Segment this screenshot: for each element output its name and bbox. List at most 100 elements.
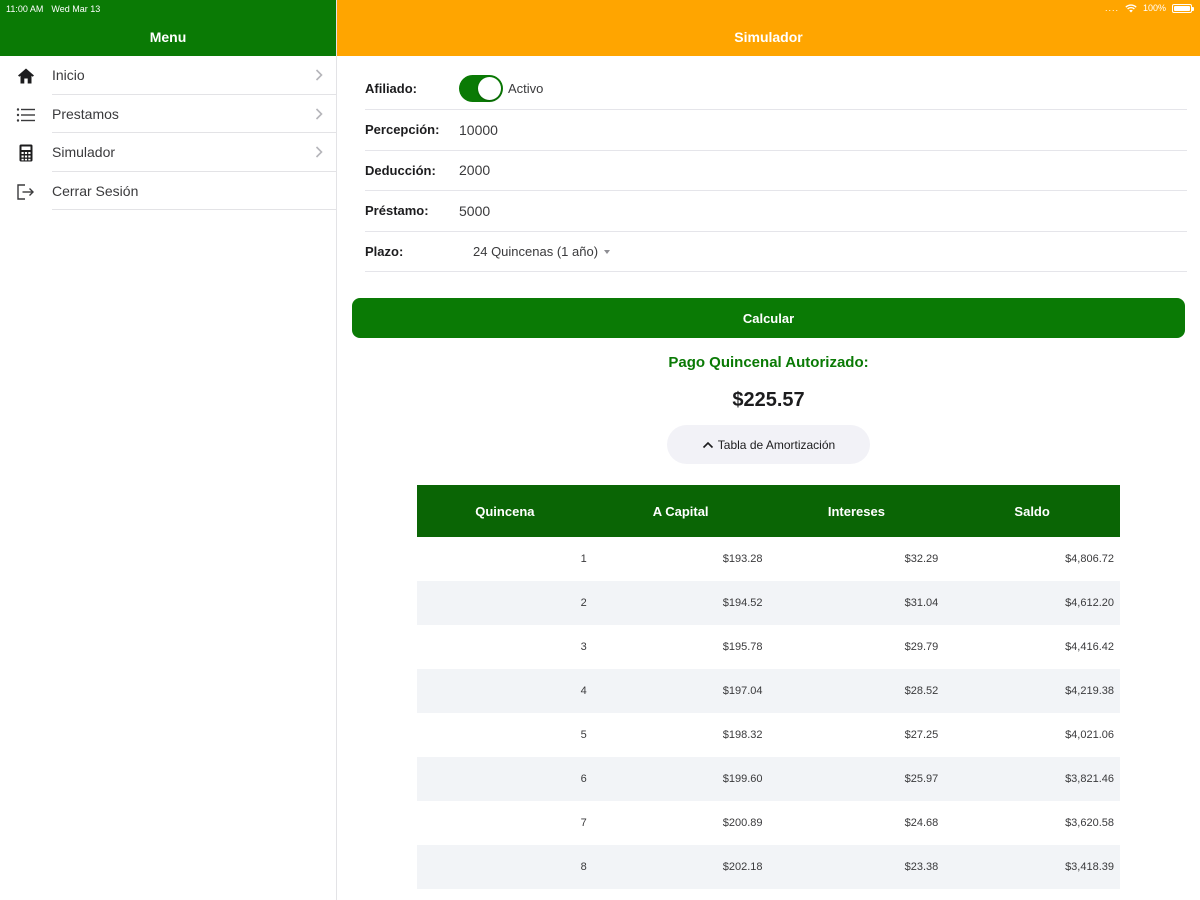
- status-right: .... 100%: [1104, 3, 1194, 13]
- column-header: Saldo: [1014, 503, 1050, 519]
- table-cell: $3,620.58: [1065, 817, 1114, 829]
- sidebar: Menu Inicio Prestamos Simulador Cerrar S…: [0, 0, 337, 900]
- column-header: Quincena: [475, 503, 535, 519]
- prestamo-label: Préstamo:: [365, 203, 429, 219]
- sidebar-item-label: Inicio: [52, 67, 85, 84]
- status-left: 11:00 AM Wed Mar 13: [6, 4, 100, 14]
- table-row: 3 $195.78 $29.79 $4,416.42: [417, 625, 1120, 669]
- home-icon: [16, 66, 36, 86]
- sidebar-item-label: Cerrar Sesión: [52, 182, 139, 199]
- table-cell: $31.04: [904, 597, 939, 609]
- plazo-label: Plazo:: [365, 243, 404, 259]
- table-row: 7 $200.89 $24.68 $3,620.58: [417, 801, 1120, 845]
- column-header: Intereses: [827, 503, 885, 519]
- chevron-right-icon: [315, 107, 323, 120]
- plazo-row: Plazo: 24 Quincenas (1 año): [365, 232, 1187, 272]
- amortization-table: Quincena A Capital Intereses Saldo 1 $19…: [417, 485, 1120, 889]
- deduccion-input[interactable]: 2000: [459, 162, 490, 178]
- plazo-select[interactable]: 24 Quincenas (1 año): [473, 243, 611, 259]
- status-date: Wed Mar 13: [51, 4, 101, 14]
- table-cell: $3,418.39: [1065, 861, 1114, 873]
- calcular-button[interactable]: Calcular: [352, 298, 1185, 338]
- chevron-right-icon: [315, 146, 323, 158]
- afiliado-row: Afiliado: Activo: [365, 68, 1187, 110]
- table-cell: $4,219.38: [1065, 685, 1114, 697]
- caret-down-icon: [604, 249, 611, 254]
- table-cell: $197.04: [722, 685, 763, 697]
- result-label: Pago Quincenal Autorizado:: [668, 354, 869, 371]
- amortization-toggle-label: Tabla de Amortización: [717, 437, 836, 452]
- afiliado-label: Afiliado:: [365, 81, 417, 96]
- table-cell: 7: [580, 817, 587, 829]
- plazo-selected-value: 24 Quincenas (1 año): [473, 243, 599, 259]
- prestamo-input[interactable]: 5000: [459, 203, 490, 219]
- table-cell: 5: [580, 729, 587, 741]
- table-cell: $29.79: [904, 641, 939, 653]
- simulator-form: Afiliado: Activo Percepción: 10000 Deduc…: [365, 68, 1187, 272]
- table-cell: $4,416.42: [1065, 641, 1114, 653]
- table-cell: $27.25: [904, 729, 939, 741]
- sidebar-title: Menu: [149, 29, 187, 45]
- status-bar: 11:00 AM Wed Mar 13 .... 100%: [0, 0, 1200, 18]
- table-cell: 2: [580, 597, 587, 609]
- signal-icon: ....: [1104, 3, 1119, 13]
- table-cell: $195.78: [722, 641, 763, 653]
- table-cell: $4,806.72: [1065, 553, 1114, 565]
- battery-fill: [1174, 5, 1190, 11]
- percepcion-label: Percepción:: [365, 122, 440, 138]
- table-cell: 8: [580, 861, 587, 873]
- result-value: $225.57: [732, 389, 805, 411]
- table-cell: $28.52: [904, 685, 939, 697]
- table-cell: $3,821.46: [1065, 773, 1114, 785]
- afiliado-state-label: Activo: [508, 81, 544, 96]
- table-row: 5 $198.32 $27.25 $4,021.06: [417, 713, 1120, 757]
- sidebar-item-label: Simulador: [52, 144, 116, 161]
- battery-icon: [1172, 3, 1194, 13]
- table-row: 4 $197.04 $28.52 $4,219.38: [417, 669, 1120, 713]
- status-time: 11:00 AM: [6, 4, 44, 14]
- table-cell: $200.89: [722, 817, 763, 829]
- table-header: Quincena A Capital Intereses Saldo: [417, 485, 1120, 537]
- table-cell: $23.38: [904, 861, 939, 873]
- chevron-right-icon: [315, 69, 323, 81]
- afiliado-toggle[interactable]: [459, 75, 503, 102]
- table-cell: 6: [580, 773, 587, 785]
- amortization-toggle-button[interactable]: Tabla de Amortización: [667, 425, 870, 464]
- list-icon: [16, 105, 36, 125]
- table-cell: $198.32: [722, 729, 763, 741]
- table-cell: $199.60: [722, 773, 763, 785]
- table-cell: $193.28: [722, 553, 763, 565]
- chevron-up-icon: [702, 441, 713, 448]
- table-row: 6 $199.60 $25.97 $3,821.46: [417, 757, 1120, 801]
- wifi-icon: [1125, 3, 1137, 12]
- percepcion-input[interactable]: 10000: [459, 122, 498, 138]
- sidebar-item-simulador[interactable]: Simulador: [0, 133, 336, 172]
- column-header: A Capital: [652, 503, 709, 519]
- calculator-icon: [16, 143, 36, 163]
- table-cell: 1: [580, 553, 587, 565]
- table-cell: $32.29: [904, 553, 939, 565]
- toggle-knob: [478, 77, 501, 100]
- table-cell: $4,612.20: [1065, 597, 1114, 609]
- table-cell: 3: [580, 641, 587, 653]
- prestamo-row: Préstamo: 5000: [365, 191, 1187, 232]
- sidebar-item-cerrar-sesion[interactable]: Cerrar Sesión: [0, 172, 336, 211]
- table-cell: $202.18: [722, 861, 763, 873]
- battery-percent: 100%: [1142, 3, 1166, 13]
- page-title: Simulador: [734, 29, 803, 45]
- deduccion-row: Deducción: 2000: [365, 151, 1187, 191]
- table-cell: 4: [580, 685, 587, 697]
- sidebar-item-prestamos[interactable]: Prestamos: [0, 95, 336, 134]
- sidebar-item-inicio[interactable]: Inicio: [0, 56, 336, 95]
- percepcion-row: Percepción: 10000: [365, 110, 1187, 151]
- table-cell: $4,021.06: [1065, 729, 1114, 741]
- table-cell: $25.97: [904, 773, 939, 785]
- table-row: 1 $193.28 $32.29 $4,806.72: [417, 537, 1120, 581]
- table-cell: $24.68: [904, 817, 939, 829]
- table-row: 8 $202.18 $23.38 $3,418.39: [417, 845, 1120, 889]
- table-cell: $194.52: [722, 597, 763, 609]
- sidebar-item-label: Prestamos: [52, 105, 119, 122]
- deduccion-label: Deducción:: [365, 162, 436, 178]
- main-panel: Simulador Afiliado: Activo Percepción: 1…: [337, 0, 1200, 900]
- table-row: 2 $194.52 $31.04 $4,612.20: [417, 581, 1120, 625]
